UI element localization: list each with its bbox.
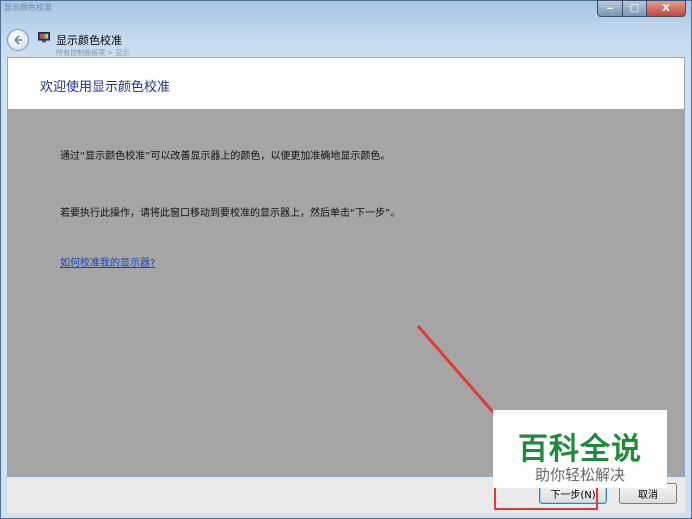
watermark-title: 百科全说 <box>518 432 642 467</box>
window-faint-title: 显示颜色校准 <box>4 3 52 12</box>
maximize-button[interactable]: □ <box>622 0 647 17</box>
intro-text: 通过“显示颜色校准”可以改善显示器上的颜色，以便更加准确地显示颜色。 <box>60 151 391 162</box>
close-button[interactable]: X <box>646 0 686 17</box>
minimize-button[interactable]: ‒ <box>597 0 623 17</box>
help-link[interactable]: 如何校准我的显示器? <box>60 254 155 269</box>
wizard-header: 欢迎使用显示颜色校准 <box>8 58 684 109</box>
maximize-icon: □ <box>629 3 640 14</box>
title-bar[interactable]: 显示颜色校准 显示颜色校准 所有控制面板项 > 显示 ‒ □ X <box>0 0 692 57</box>
window-title: 显示颜色校准 <box>56 34 122 47</box>
close-icon: X <box>662 3 670 14</box>
back-arrow-icon <box>13 35 22 45</box>
page-title: 欢迎使用显示颜色校准 <box>40 80 171 95</box>
watermark-subtitle: 助你轻松解决 <box>534 466 625 484</box>
back-button[interactable] <box>7 29 29 51</box>
minimize-icon: ‒ <box>606 3 614 14</box>
instruction-text: 若要执行此操作，请将此窗口移动到要校准的显示器上，然后单击“下一步”。 <box>60 208 401 219</box>
display-icon <box>38 32 50 43</box>
watermark-logo: 百科全说 助你轻松解决 <box>493 410 667 488</box>
